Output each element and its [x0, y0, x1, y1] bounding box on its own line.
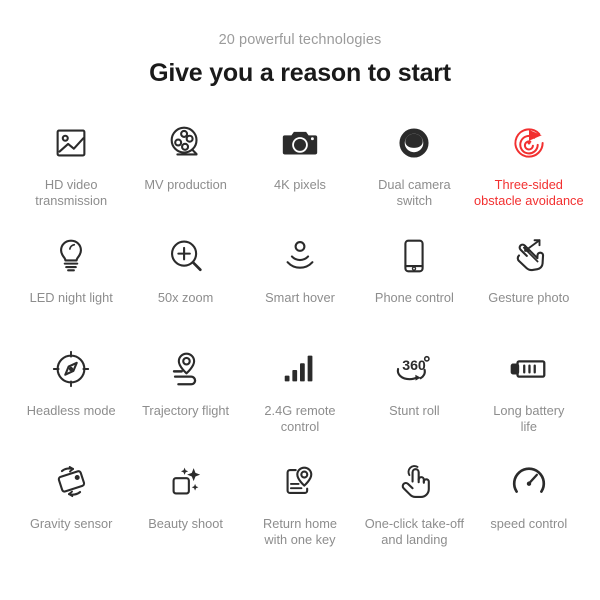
- feature-cell[interactable]: Three-sided obstacle avoidance: [472, 116, 586, 229]
- feature-label: Long battery life: [493, 403, 565, 434]
- feature-label: 4K pixels: [274, 177, 326, 192]
- feature-label: Dual camera switch: [378, 177, 451, 208]
- feature-cell[interactable]: Headless mode: [14, 342, 128, 455]
- film-reel-icon: [156, 116, 216, 170]
- image-photo-icon: [41, 116, 101, 170]
- magnifier-plus-icon: [156, 229, 216, 283]
- gravity-tilt-icon: [41, 455, 101, 509]
- feature-label: Return home with one key: [263, 516, 337, 547]
- feature-label: speed control: [490, 516, 568, 531]
- page-header: 20 powerful technologies Give you a reas…: [0, 0, 600, 88]
- feature-label: MV production: [144, 177, 227, 192]
- sparkle-square-icon: [156, 455, 216, 509]
- feature-label: Three-sided obstacle avoidance: [474, 177, 584, 208]
- feature-cell[interactable]: Dual camera switch: [357, 116, 471, 229]
- compass-icon: [41, 342, 101, 396]
- feature-cell[interactable]: Phone control: [357, 229, 471, 342]
- feature-label: Beauty shoot: [148, 516, 223, 531]
- feature-cell[interactable]: 50x zoom: [128, 229, 242, 342]
- feature-cell[interactable]: speed control: [472, 455, 586, 568]
- battery-icon: [499, 342, 559, 396]
- feature-cell[interactable]: Trajectory flight: [128, 342, 242, 455]
- feature-label: Headless mode: [26, 403, 116, 418]
- feature-cell[interactable]: Beauty shoot: [128, 455, 242, 568]
- gesture-hand-icon: [499, 229, 559, 283]
- feature-label: Trajectory flight: [142, 403, 230, 418]
- feature-cell[interactable]: HD video transmission: [14, 116, 128, 229]
- feature-label: Gesture photo: [488, 290, 570, 305]
- feature-grid-page: 20 powerful technologies Give you a reas…: [0, 0, 600, 600]
- eyebrow-text: 20 powerful technologies: [218, 32, 382, 48]
- feature-label: One-click take-off and landing: [364, 516, 465, 547]
- feature-label: LED night light: [29, 290, 113, 305]
- feature-cell[interactable]: MV production: [128, 116, 242, 229]
- feature-label: 50x zoom: [157, 290, 214, 305]
- feature-cell[interactable]: LED night light: [14, 229, 128, 342]
- feature-cell[interactable]: 2.4G remote control: [243, 342, 357, 455]
- smartphone-icon: [384, 229, 444, 283]
- svg-text:360: 360: [403, 357, 427, 373]
- feature-label: Gravity sensor: [29, 516, 113, 531]
- feature-cell[interactable]: One-click take-off and landing: [357, 455, 471, 568]
- feature-label: Phone control: [374, 290, 454, 305]
- dual-camera-lens-icon: [384, 116, 444, 170]
- feature-cell[interactable]: Long battery life: [472, 342, 586, 455]
- camera-icon: [270, 116, 330, 170]
- feature-cell[interactable]: Smart hover: [243, 229, 357, 342]
- feature-cell[interactable]: Return home with one key: [243, 455, 357, 568]
- hover-waves-icon: [270, 229, 330, 283]
- feature-cell[interactable]: Gesture photo: [472, 229, 586, 342]
- radar-obstacle-icon: [499, 116, 559, 170]
- features-grid: HD video transmission MV production 4K pix…: [0, 116, 600, 568]
- speedometer-icon: [499, 455, 559, 509]
- feature-label: Stunt roll: [389, 403, 440, 418]
- feature-label: Smart hover: [265, 290, 335, 305]
- tap-hand-icon: [384, 455, 444, 509]
- page-title: Give you a reason to start: [149, 59, 451, 87]
- feature-label: HD video transmission: [35, 177, 108, 208]
- map-pin-return-icon: [270, 455, 330, 509]
- route-pin-icon: [156, 342, 216, 396]
- feature-cell[interactable]: Gravity sensor: [14, 455, 128, 568]
- three-sixty-rotate-icon: 360: [384, 342, 444, 396]
- signal-bars-icon: [270, 342, 330, 396]
- lightbulb-icon: [41, 229, 101, 283]
- feature-cell[interactable]: 360 Stunt roll: [357, 342, 471, 455]
- feature-label: 2.4G remote control: [264, 403, 336, 434]
- feature-cell[interactable]: 4K pixels: [243, 116, 357, 229]
